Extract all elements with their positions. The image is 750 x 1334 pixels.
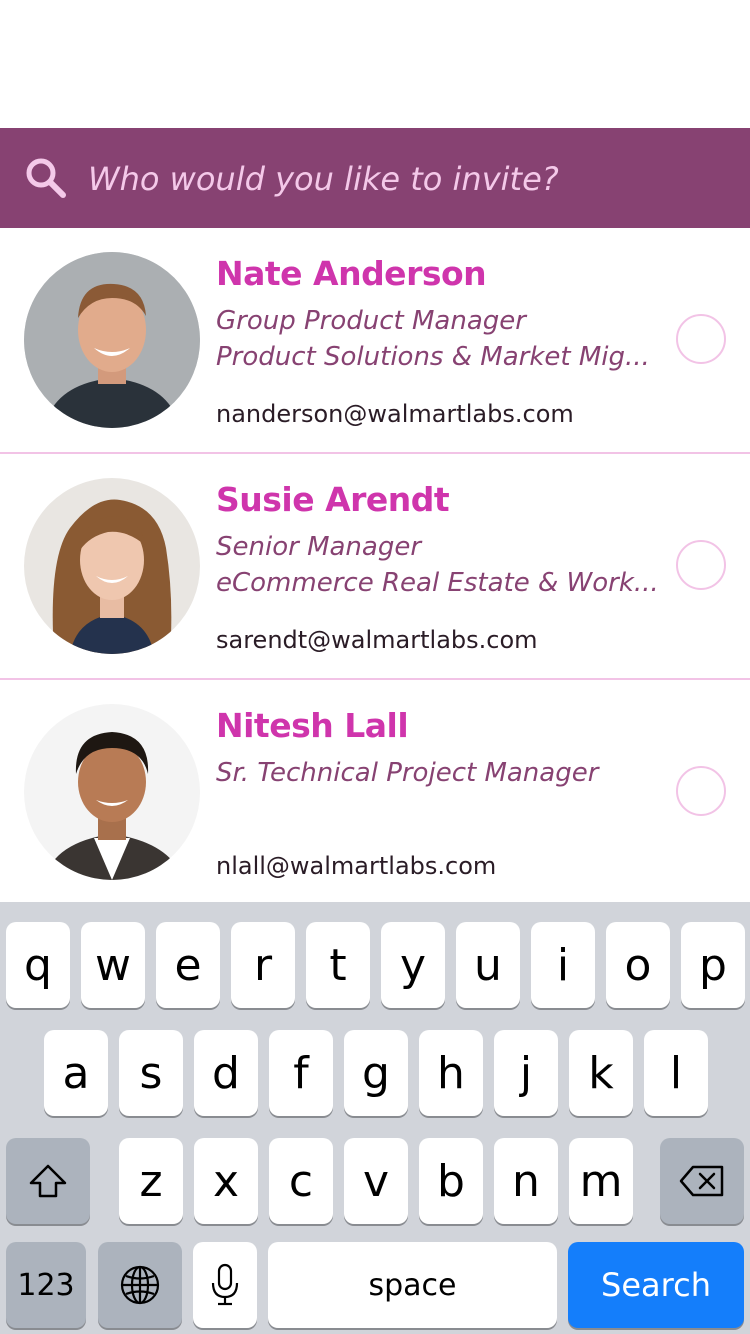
key-f[interactable]: f [269, 1030, 333, 1116]
key-w[interactable]: w [81, 922, 145, 1008]
select-radio-button[interactable] [676, 766, 726, 816]
key-j[interactable]: j [494, 1030, 558, 1116]
contact-row[interactable]: Nitesh Lall Sr. Technical Project Manage… [0, 680, 750, 902]
shift-key[interactable] [6, 1138, 90, 1224]
contact-email: nlall@walmartlabs.com [216, 852, 497, 880]
contact-title: Group Product Manager [216, 306, 526, 336]
contact-name: Nitesh Lall [216, 706, 409, 745]
key-u[interactable]: u [456, 922, 520, 1008]
key-a[interactable]: a [44, 1030, 108, 1116]
dictation-key[interactable] [193, 1242, 257, 1328]
key-s[interactable]: s [119, 1030, 183, 1116]
contact-name: Susie Arendt [216, 480, 450, 519]
key-y[interactable]: y [381, 922, 445, 1008]
key-o[interactable]: o [606, 922, 670, 1008]
contact-department: eCommerce Real Estate & Work... [216, 568, 659, 598]
contact-title: Sr. Technical Project Manager [216, 758, 599, 788]
key-i[interactable]: i [531, 922, 595, 1008]
key-b[interactable]: b [419, 1138, 483, 1224]
key-z[interactable]: z [119, 1138, 183, 1224]
globe-key[interactable] [98, 1242, 182, 1328]
key-r[interactable]: r [231, 922, 295, 1008]
key-m[interactable]: m [569, 1138, 633, 1224]
delete-icon [679, 1165, 725, 1197]
key-v[interactable]: v [344, 1138, 408, 1224]
globe-icon [119, 1264, 161, 1306]
key-c[interactable]: c [269, 1138, 333, 1224]
contact-department: Product Solutions & Market Mig... [216, 342, 650, 372]
status-bar-area [0, 0, 750, 128]
contact-email: sarendt@walmartlabs.com [216, 626, 538, 654]
search-bar [0, 128, 750, 228]
avatar [24, 252, 200, 428]
search-input[interactable] [88, 152, 728, 206]
key-e[interactable]: e [156, 922, 220, 1008]
delete-key[interactable] [660, 1138, 744, 1224]
key-d[interactable]: d [194, 1030, 258, 1116]
contact-email: nanderson@walmartlabs.com [216, 400, 574, 428]
contact-name: Nate Anderson [216, 254, 487, 293]
key-n[interactable]: n [494, 1138, 558, 1224]
search-key[interactable]: Search [568, 1242, 744, 1328]
keyboard: q w e r t y u i o p a s d f g h j k l z … [0, 902, 750, 1334]
key-q[interactable]: q [6, 922, 70, 1008]
key-t[interactable]: t [306, 922, 370, 1008]
avatar [24, 478, 200, 654]
avatar [24, 704, 200, 880]
key-l[interactable]: l [644, 1030, 708, 1116]
key-p[interactable]: p [681, 922, 745, 1008]
numbers-key[interactable]: 123 [6, 1242, 86, 1328]
contact-title: Senior Manager [216, 532, 422, 562]
select-radio-button[interactable] [676, 540, 726, 590]
contact-row[interactable]: Susie Arendt Senior Manager eCommerce Re… [0, 454, 750, 680]
key-x[interactable]: x [194, 1138, 258, 1224]
key-g[interactable]: g [344, 1030, 408, 1116]
microphone-icon [210, 1263, 240, 1307]
shift-icon [28, 1163, 68, 1199]
key-h[interactable]: h [419, 1030, 483, 1116]
contact-list: Nate Anderson Group Product Manager Prod… [0, 228, 750, 902]
contact-row[interactable]: Nate Anderson Group Product Manager Prod… [0, 228, 750, 454]
key-k[interactable]: k [569, 1030, 633, 1116]
select-radio-button[interactable] [676, 314, 726, 364]
space-key[interactable]: space [268, 1242, 557, 1328]
search-icon [24, 156, 68, 200]
